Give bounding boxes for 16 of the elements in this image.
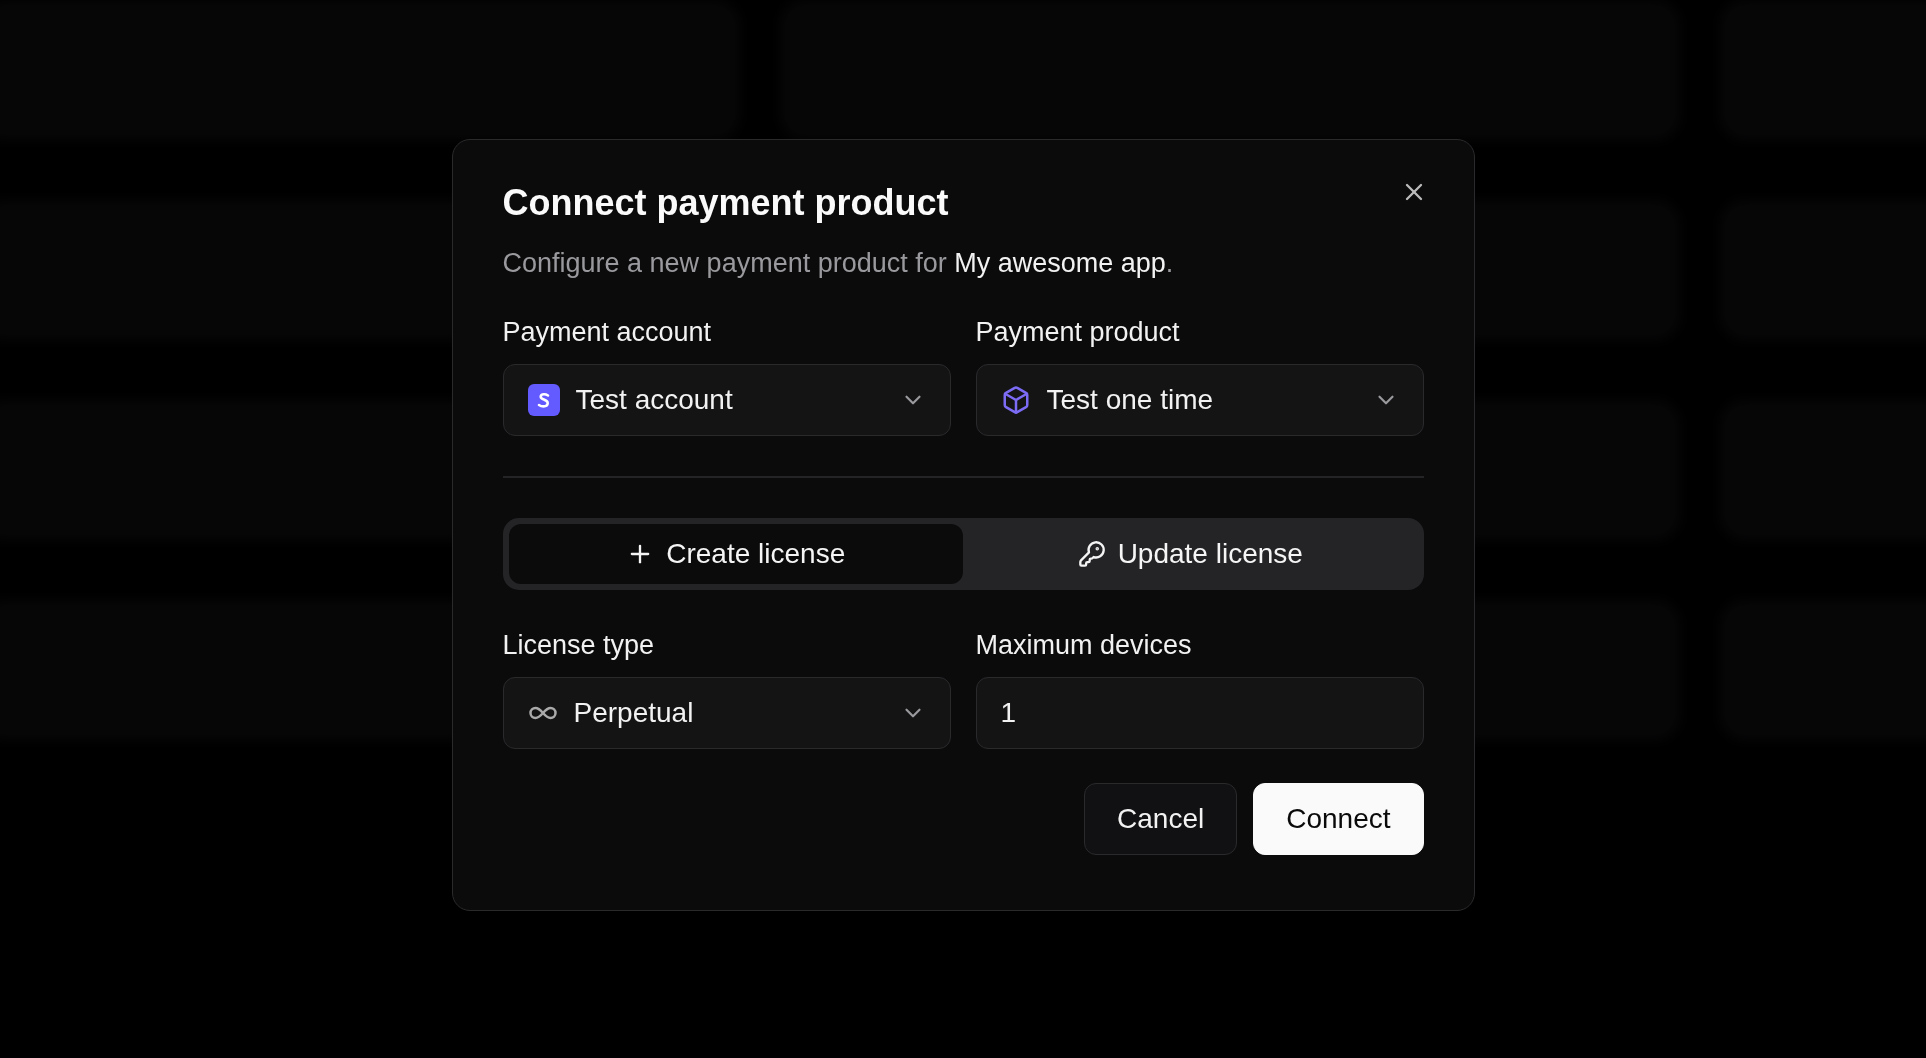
connect-button[interactable]: Connect — [1253, 783, 1424, 855]
field-label: License type — [502, 630, 656, 661]
tab[interactable]: Create license — [508, 524, 963, 584]
field-label: Payment account — [502, 317, 713, 348]
dialog-title: Connect payment product — [502, 182, 949, 224]
field-label: Maximum devices — [975, 630, 1193, 661]
s-logo-icon — [527, 384, 560, 416]
select-field[interactable]: Test account — [502, 364, 951, 436]
input-field[interactable]: 1 — [975, 677, 1424, 749]
select-field[interactable]: Perpetual — [502, 677, 951, 749]
key-icon — [1077, 540, 1106, 568]
field-label: Payment product — [975, 317, 1181, 348]
dialog-description: Configure a new payment product for My awesome app. — [502, 248, 1175, 279]
select-field[interactable]: Test one time — [975, 364, 1424, 436]
cancel-button[interactable]: Cancel — [1084, 783, 1238, 855]
tab[interactable]: Update license — [963, 524, 1418, 584]
